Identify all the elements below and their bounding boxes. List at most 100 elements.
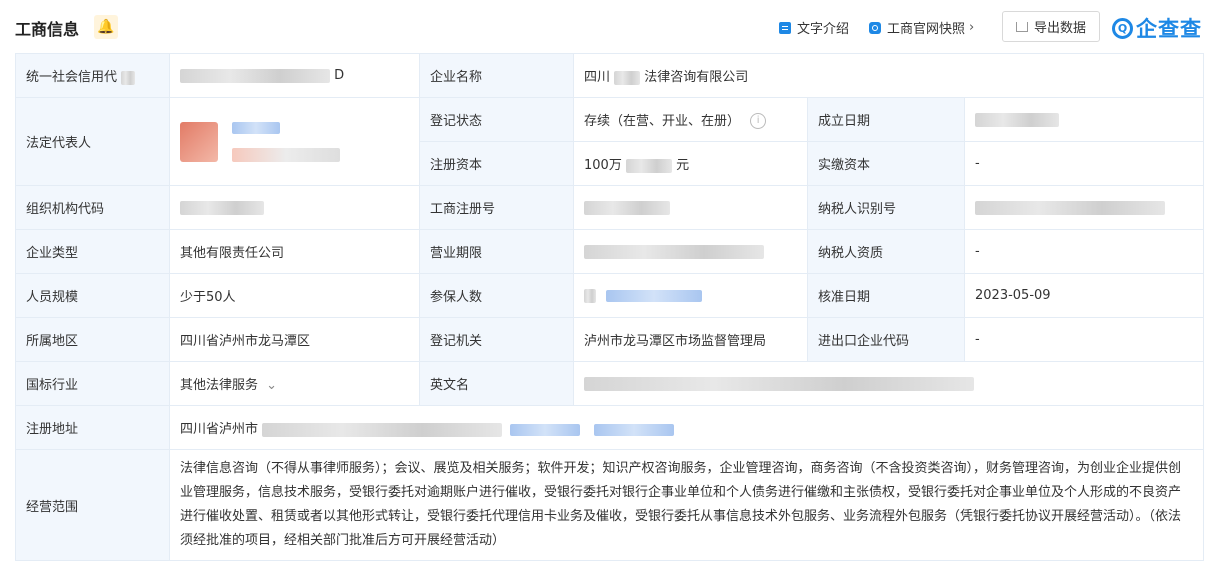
org-code-value xyxy=(169,185,420,230)
import-export-value: - xyxy=(963,317,1205,362)
blurred-text xyxy=(584,200,670,215)
table-row: 注册地址 四川省泸州市 xyxy=(15,405,1205,450)
download-icon xyxy=(1015,21,1028,32)
avatar xyxy=(180,121,218,162)
taxpayer-id-label: 纳税人识别号 xyxy=(807,185,965,230)
taxpayer-id-value xyxy=(963,185,1205,230)
blurred-link[interactable] xyxy=(594,423,675,436)
blurred-link[interactable] xyxy=(232,121,281,134)
company-type-label: 企业类型 xyxy=(15,229,170,274)
blurred-text xyxy=(262,422,503,437)
blurred-text xyxy=(180,68,330,83)
reg-address-value: 四川省泸州市 xyxy=(168,405,1205,450)
blurred-text xyxy=(121,70,136,85)
table-row: 统一社会信用代 D 企业名称 四川 法律咨询有限公司 xyxy=(15,53,1205,98)
table-row: 国标行业 其他法律服务 ⌄ 英文名 xyxy=(15,361,1205,406)
export-button[interactable]: 导出数据 xyxy=(1002,11,1100,42)
reg-address-prefix: 四川省泸州市 xyxy=(180,422,259,437)
text-intro-link[interactable]: 文字介绍 xyxy=(779,18,849,37)
chevron-down-icon[interactable]: ⌄ xyxy=(266,378,277,393)
brand-logo: Q 企查查 xyxy=(1112,13,1202,43)
reg-address-label: 注册地址 xyxy=(15,405,170,450)
paid-capital-value: - xyxy=(963,141,1205,186)
taxpayer-qual-label: 纳税人资质 xyxy=(807,229,965,274)
blurred-text xyxy=(975,200,1165,215)
snapshot-label: 工商官网快照 xyxy=(887,22,966,37)
company-name-prefix: 四川 xyxy=(584,70,611,85)
biz-term-label: 营业期限 xyxy=(419,229,574,274)
credit-code-value: D xyxy=(169,53,420,98)
paid-capital-label: 实缴资本 xyxy=(807,141,965,186)
industry-value[interactable]: 其他法律服务 ⌄ xyxy=(169,361,420,406)
reg-authority-value: 泸州市龙马潭区市场监督管理局 xyxy=(573,317,808,362)
org-code-label: 组织机构代码 xyxy=(15,185,170,230)
reg-capital-suffix: 元 xyxy=(676,158,690,173)
blurred-text xyxy=(975,112,1059,127)
staff-size-value: 少于50人 xyxy=(169,273,420,318)
legal-rep-value[interactable] xyxy=(169,97,420,186)
bell-icon[interactable]: 🔔 xyxy=(94,15,118,39)
industry-text: 其他法律服务 xyxy=(180,378,259,393)
section-title: 工商信息 xyxy=(15,20,80,39)
camera-icon xyxy=(869,21,881,34)
reg-capital-label: 注册资本 xyxy=(419,141,574,186)
table-row: 企业类型 其他有限责任公司 营业期限 纳税人资质 - xyxy=(15,229,1205,274)
reg-status-value: 存续（在营、开业、在册） i xyxy=(573,97,808,142)
company-type-value: 其他有限责任公司 xyxy=(169,229,420,274)
approve-date-value: 2023-05-09 xyxy=(963,273,1205,318)
blurred-text xyxy=(584,244,764,259)
blurred-text xyxy=(584,376,974,391)
company-name-suffix: 法律咨询有限公司 xyxy=(644,70,749,85)
blurred-text xyxy=(180,200,264,215)
english-name-label: 英文名 xyxy=(419,361,574,406)
blurred-text xyxy=(232,147,341,162)
biz-scope-value: 法律信息咨询（不得从事律师服务）；会议、展览及相关服务；软件开发；知识产权咨询服… xyxy=(168,449,1205,561)
region-value: 四川省泸州市龙马潭区 xyxy=(169,317,420,362)
blurred-text xyxy=(625,158,672,173)
credit-code-label-text: 统一社会信用代 xyxy=(26,70,118,85)
blurred-text xyxy=(614,70,641,85)
reg-authority-label: 登记机关 xyxy=(419,317,574,362)
blurred-text xyxy=(584,288,596,303)
import-export-label: 进出口企业代码 xyxy=(807,317,965,362)
biz-reg-no-value xyxy=(573,185,808,230)
section-header: 工商信息 🔔 文字介绍 工商官网快照 › 导出数据 Q 企查查 xyxy=(0,0,1214,54)
staff-size-label: 人员规模 xyxy=(15,273,170,318)
table-row: 所属地区 四川省泸州市龙马潭区 登记机关 泸州市龙马潭区市场监督管理局 进出口企… xyxy=(15,317,1205,362)
table-row: 经营范围 法律信息咨询（不得从事律师服务）；会议、展览及相关服务；软件开发；知识… xyxy=(15,449,1205,561)
est-date-label: 成立日期 xyxy=(807,97,965,142)
insured-label: 参保人数 xyxy=(419,273,574,318)
export-label: 导出数据 xyxy=(1033,21,1086,36)
info-icon[interactable]: i xyxy=(750,113,767,130)
legal-rep-label: 法定代表人 xyxy=(15,97,170,186)
est-date-value xyxy=(963,97,1205,142)
reg-capital-text: 100万 xyxy=(584,158,622,173)
blurred-link[interactable] xyxy=(510,423,581,436)
logo-q-icon: Q xyxy=(1112,17,1133,39)
blurred-link[interactable] xyxy=(606,289,703,302)
snapshot-link[interactable]: 工商官网快照 › xyxy=(869,18,974,37)
business-info-table: 统一社会信用代 D 企业名称 四川 法律咨询有限公司 法定代表人 登记状态 存续… xyxy=(15,53,1205,561)
reg-status-text: 存续（在营、开业、在册） xyxy=(584,113,741,129)
approve-date-label: 核准日期 xyxy=(807,273,965,318)
credit-code-suffix: D xyxy=(334,68,345,83)
company-name-label: 企业名称 xyxy=(419,53,574,98)
reg-status-label: 登记状态 xyxy=(419,97,574,142)
table-row: 人员规模 少于50人 参保人数 核准日期 2023-05-09 xyxy=(15,273,1205,318)
document-icon xyxy=(779,21,791,34)
biz-scope-label: 经营范围 xyxy=(15,449,170,561)
insured-value[interactable] xyxy=(573,273,808,318)
credit-code-label: 统一社会信用代 xyxy=(15,53,170,98)
reg-capital-value: 100万 元 xyxy=(573,141,808,186)
taxpayer-qual-value: - xyxy=(963,229,1205,274)
logo-text: 企查查 xyxy=(1136,17,1202,41)
table-row: 组织机构代码 工商注册号 纳税人识别号 xyxy=(15,185,1205,230)
biz-reg-no-label: 工商注册号 xyxy=(419,185,574,230)
region-label: 所属地区 xyxy=(15,317,170,362)
chevron-right-icon: › xyxy=(969,20,975,35)
table-row: 法定代表人 登记状态 存续（在营、开业、在册） i 成立日期 xyxy=(15,97,1205,186)
industry-label: 国标行业 xyxy=(15,361,170,406)
text-intro-label: 文字介绍 xyxy=(797,22,850,37)
english-name-value xyxy=(572,361,1205,406)
company-name-value: 四川 法律咨询有限公司 xyxy=(572,53,1205,98)
